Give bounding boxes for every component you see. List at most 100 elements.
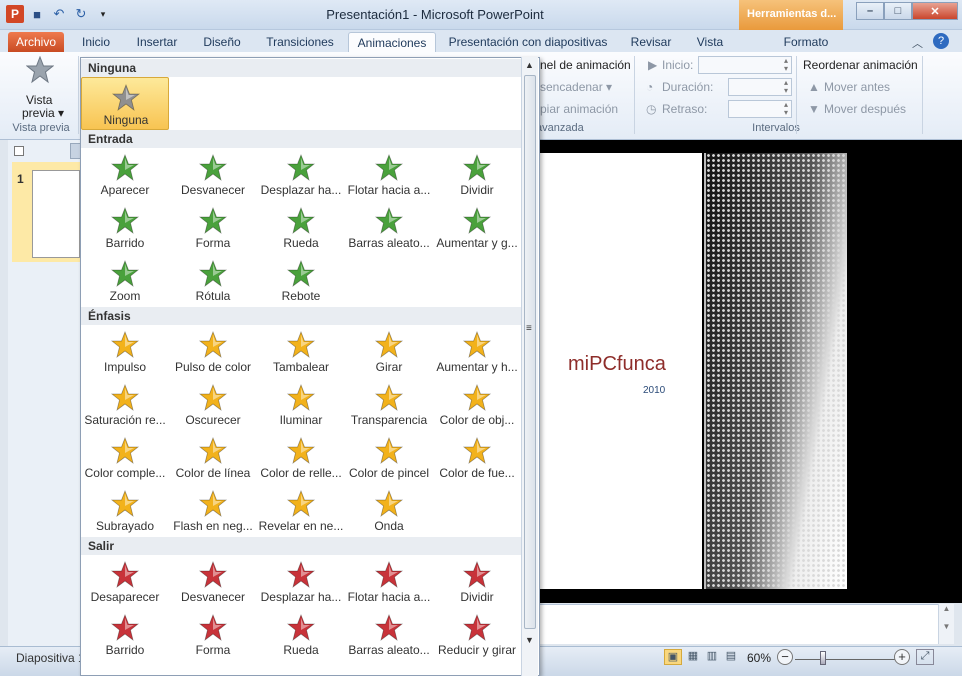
reading-view-icon[interactable]: ▥: [703, 649, 721, 665]
effect-label: Aparecer: [100, 183, 150, 197]
effect-barras-aleato[interactable]: Barras aleato...: [345, 608, 433, 661]
zoom-in-icon[interactable]: +: [894, 649, 910, 665]
effect-color-de-línea[interactable]: Color de línea: [169, 431, 257, 484]
trigger-button[interactable]: sencadenar ▾: [540, 80, 612, 94]
gallery-scrollbar[interactable]: ▲ ≡ ▼: [521, 57, 538, 676]
maximize-button[interactable]: □: [884, 2, 912, 20]
scroll-up-icon[interactable]: ▲: [525, 60, 534, 70]
move-later-button[interactable]: Mover después: [824, 102, 906, 116]
close-button[interactable]: ✕: [912, 2, 958, 20]
effect-reducir-y-girar[interactable]: Reducir y girar: [433, 608, 521, 661]
effect-rueda[interactable]: Rueda: [257, 201, 345, 254]
effect-iluminar[interactable]: Iluminar: [257, 378, 345, 431]
animation-panel-button[interactable]: nel de animación: [540, 58, 631, 72]
tab-presentacion[interactable]: Presentación con diapositivas: [444, 32, 612, 52]
tab-insertar[interactable]: Insertar: [130, 32, 184, 52]
effect-label: Flotar hacia a...: [347, 183, 431, 197]
slide-subtitle[interactable]: 2010: [643, 385, 665, 396]
effect-transparencia[interactable]: Transparencia: [345, 378, 433, 431]
tab-transiciones[interactable]: Transiciones: [260, 32, 340, 52]
effect-flotar-hacia-a[interactable]: Flotar hacia a...: [345, 555, 433, 608]
effect-desplazar-ha[interactable]: Desplazar ha...: [257, 555, 345, 608]
star-red-icon: [287, 614, 315, 641]
zoom-out-icon[interactable]: −: [777, 649, 793, 665]
scroll-down-icon[interactable]: ▼: [525, 635, 534, 645]
star-gold-icon: [463, 331, 491, 358]
sorter-view-icon[interactable]: ▦: [684, 649, 702, 665]
tab-revisar[interactable]: Revisar: [624, 32, 678, 52]
effect-dividir[interactable]: Dividir: [433, 148, 521, 201]
effect-color-comple[interactable]: Color comple...: [81, 431, 169, 484]
copy-animation-button[interactable]: piar animación: [540, 102, 618, 116]
tab-animaciones[interactable]: Animaciones: [348, 32, 436, 52]
tab-inicio[interactable]: Inicio: [72, 32, 120, 52]
tab-archivo[interactable]: Archivo: [8, 32, 64, 52]
slides-tab-icon[interactable]: [14, 146, 24, 156]
effect-aumentar-y-h[interactable]: Aumentar y h...: [433, 325, 521, 378]
effect-barrido[interactable]: Barrido: [81, 201, 169, 254]
move-earlier-button[interactable]: Mover antes: [824, 80, 890, 94]
effect-oscurecer[interactable]: Oscurecer: [169, 378, 257, 431]
star-gold-icon: [287, 331, 315, 358]
scroll-thumb[interactable]: [524, 75, 536, 629]
tab-vista[interactable]: Vista: [688, 32, 732, 52]
effect-flash-en-neg[interactable]: Flash en neg...: [169, 484, 257, 537]
tab-diseno[interactable]: Diseño: [194, 32, 250, 52]
effect-label: Desvanecer: [180, 590, 246, 604]
effect-desplazar-ha[interactable]: Desplazar ha...: [257, 148, 345, 201]
zoom-level[interactable]: 60%: [747, 651, 771, 665]
effect-color-de-fue[interactable]: Color de fue...: [433, 431, 521, 484]
effect-saturación-re[interactable]: Saturación re...: [81, 378, 169, 431]
slide-background-image: [706, 153, 847, 589]
effect-forma[interactable]: Forma: [169, 608, 257, 661]
slide-number: 1: [17, 172, 24, 186]
notes-scrollbar[interactable]: ▲ ▼: [938, 604, 954, 644]
effect-barras-aleato[interactable]: Barras aleato...: [345, 201, 433, 254]
effect-forma[interactable]: Forma: [169, 201, 257, 254]
effect-flotar-hacia-a[interactable]: Flotar hacia a...: [345, 148, 433, 201]
effect-impulso[interactable]: Impulso: [81, 325, 169, 378]
effect-zoom[interactable]: Zoom: [81, 254, 169, 307]
preview-button-arrow[interactable]: previa ▾: [22, 106, 64, 120]
start-select[interactable]: [698, 56, 792, 74]
help-icon[interactable]: ?: [933, 33, 949, 49]
star-green-icon: [199, 260, 227, 287]
normal-view-icon[interactable]: ▣: [664, 649, 682, 665]
effect-subrayado[interactable]: Subrayado: [81, 484, 169, 537]
effect-tambalear[interactable]: Tambalear: [257, 325, 345, 378]
slide-thumbnail[interactable]: [32, 170, 80, 258]
effect-dividir[interactable]: Dividir: [433, 555, 521, 608]
effect-ninguna[interactable]: Ninguna: [81, 77, 169, 130]
effect-rebote[interactable]: Rebote: [257, 254, 345, 307]
effect-aumentar-y-g[interactable]: Aumentar y g...: [433, 201, 521, 254]
zoom-slider-track[interactable]: [795, 659, 895, 660]
effect-onda[interactable]: Onda: [345, 484, 433, 537]
effect-rótula[interactable]: Rótula: [169, 254, 257, 307]
fit-window-icon[interactable]: ⤢: [916, 649, 934, 665]
effect-aparecer[interactable]: Aparecer: [81, 148, 169, 201]
preview-button[interactable]: Vista: [26, 93, 52, 107]
preview-star-icon[interactable]: [25, 55, 55, 89]
effect-pulso-de-color[interactable]: Pulso de color: [169, 325, 257, 378]
effect-desaparecer[interactable]: Desaparecer: [81, 555, 169, 608]
effect-color-de-relle[interactable]: Color de relle...: [257, 431, 345, 484]
slideshow-view-icon[interactable]: ▤: [722, 649, 740, 665]
effect-rueda[interactable]: Rueda: [257, 608, 345, 661]
slide-title[interactable]: miPCfunca: [568, 353, 666, 376]
effect-desvanecer[interactable]: Desvanecer: [169, 148, 257, 201]
collapse-ribbon-icon[interactable]: ︿: [912, 35, 923, 51]
minimize-button[interactable]: –: [856, 2, 884, 20]
effect-desvanecer[interactable]: Desvanecer: [169, 555, 257, 608]
effect-label: Color comple...: [84, 466, 166, 480]
effect-revelar-en-ne[interactable]: Revelar en ne...: [257, 484, 345, 537]
tab-formato[interactable]: Formato: [772, 32, 840, 52]
duration-label: Duración:: [662, 80, 714, 94]
effect-color-de-pincel[interactable]: Color de pincel: [345, 431, 433, 484]
zoom-slider-thumb[interactable]: [820, 651, 826, 665]
effect-girar[interactable]: Girar: [345, 325, 433, 378]
delay-spinner[interactable]: [728, 100, 792, 118]
effect-barrido[interactable]: Barrido: [81, 608, 169, 661]
duration-spinner[interactable]: [728, 78, 792, 96]
notes-pane[interactable]: [540, 604, 950, 644]
effect-color-de-obj[interactable]: Color de obj...: [433, 378, 521, 431]
